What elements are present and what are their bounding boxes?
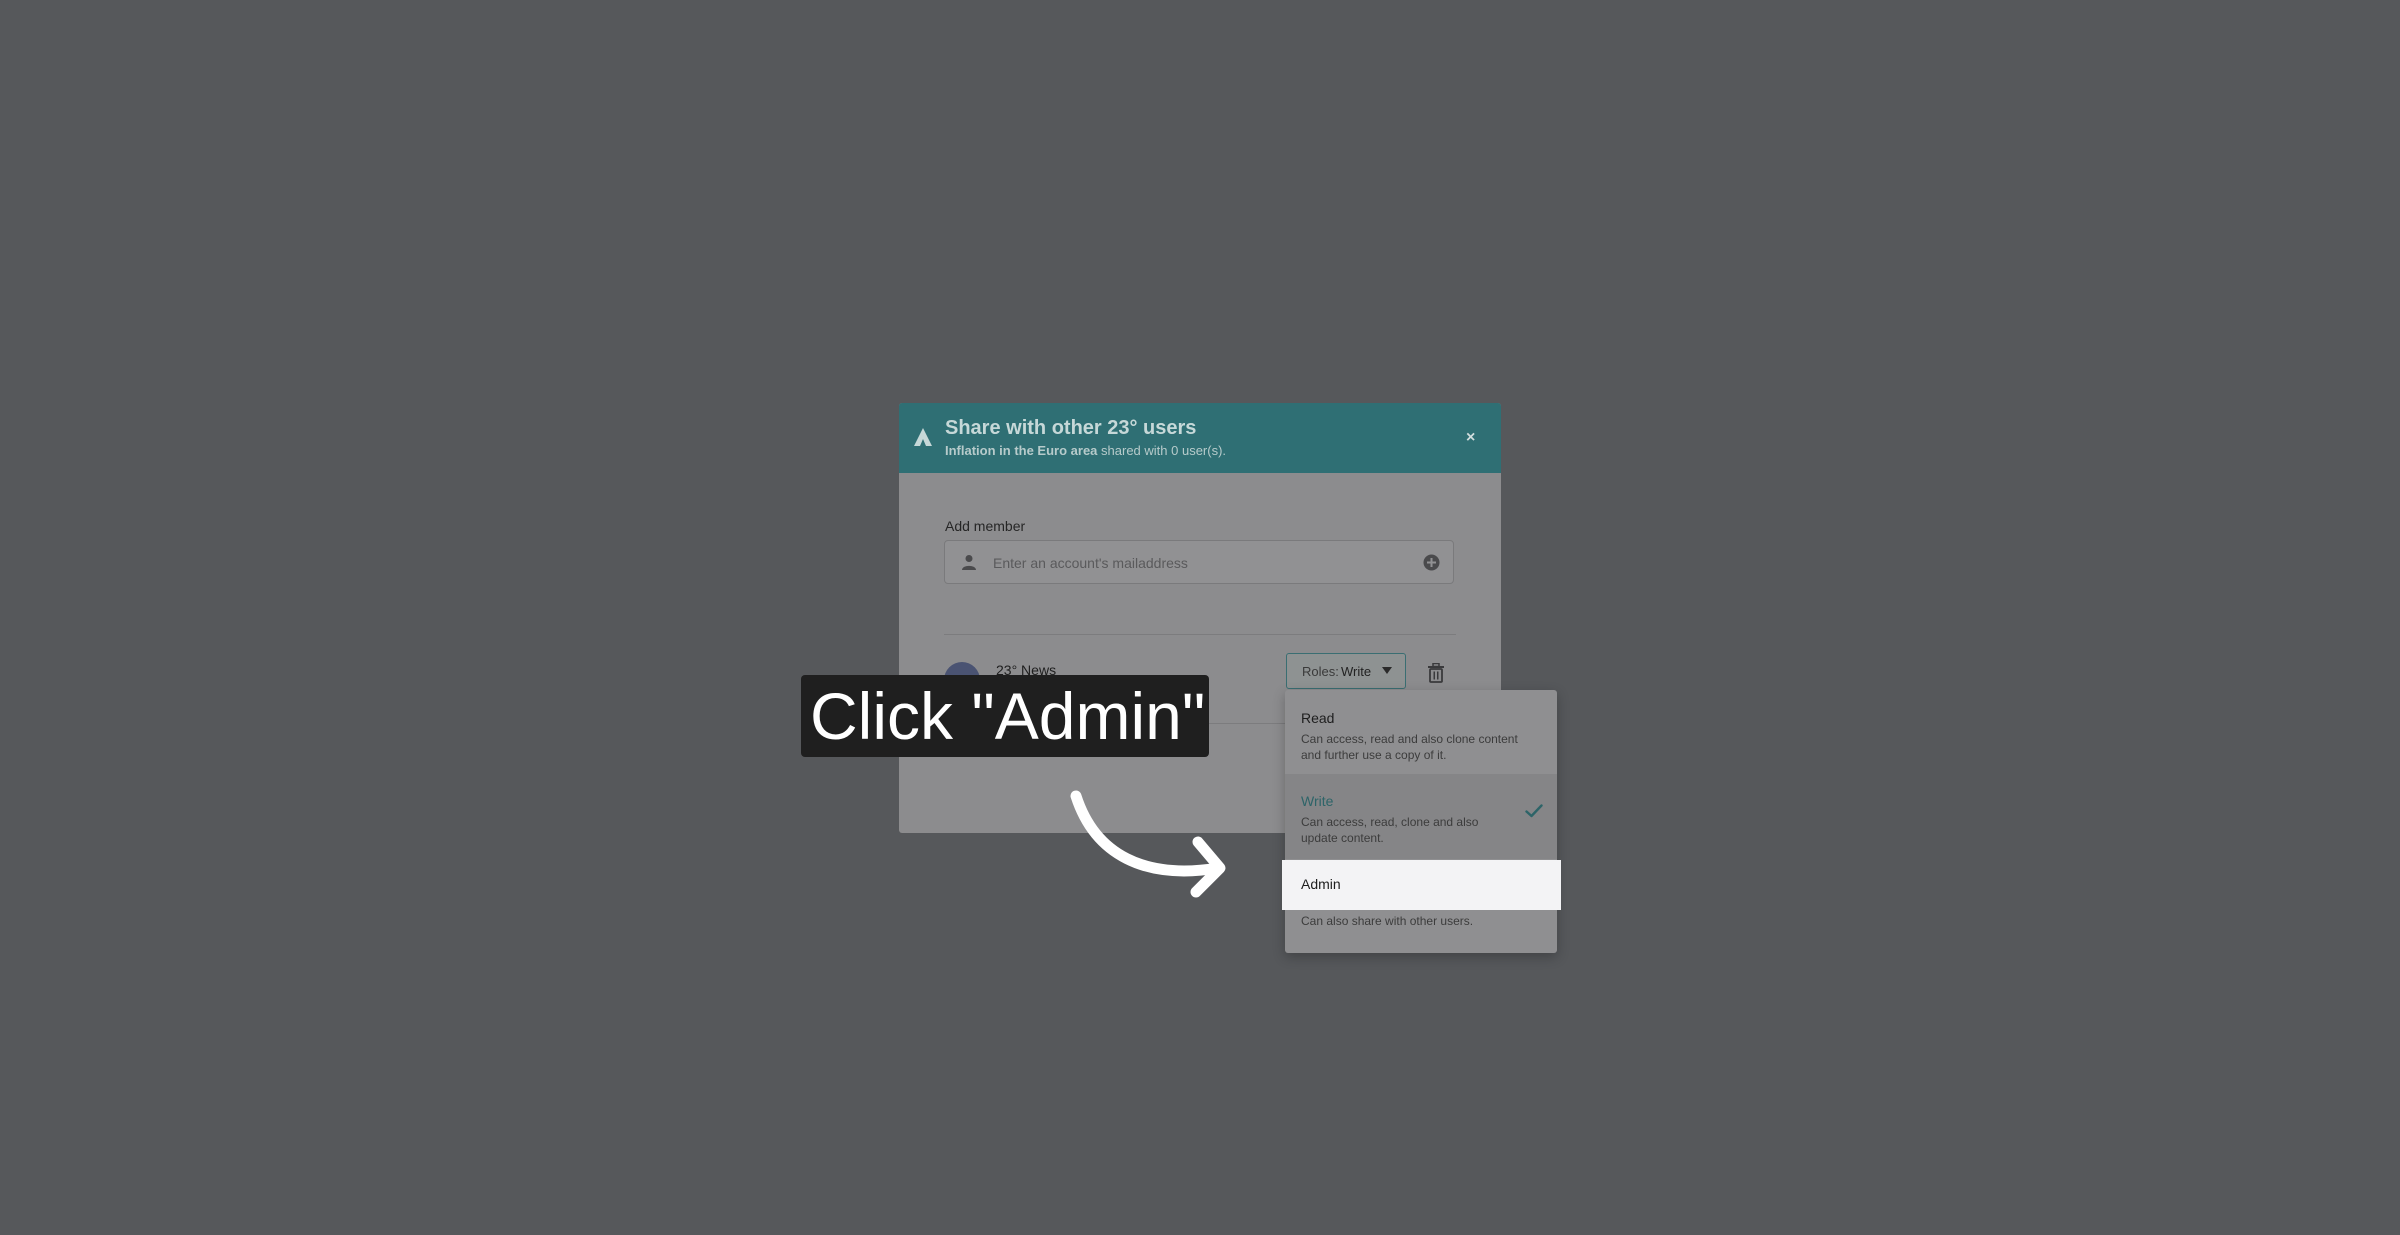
modal-header: Share with other 23° users Inflation in …: [899, 403, 1501, 473]
roles-value: Write: [1341, 664, 1372, 679]
role-option-title: Admin: [1301, 876, 1341, 892]
role-option-title: Write: [1301, 793, 1334, 809]
role-option-read[interactable]: Read Can access, read and also clone con…: [1285, 690, 1557, 774]
add-circle-icon[interactable]: [1423, 554, 1440, 571]
roles-select[interactable]: Roles: Write: [1286, 653, 1406, 689]
tutorial-callout: Click "Admin": [801, 675, 1209, 757]
shared-document-name: Inflation in the Euro area: [945, 443, 1098, 458]
add-member-field: [944, 540, 1454, 584]
shared-count-text: shared with 0 user(s).: [1097, 443, 1227, 458]
role-option-description: Can also share with other users.: [1301, 914, 1474, 928]
curved-arrow-icon: [1070, 790, 1226, 898]
user-icon: [962, 555, 976, 570]
tutorial-instruction: Click "Admin": [810, 679, 1206, 753]
roles-dropdown: Read Can access, read and also clone con…: [1285, 690, 1557, 953]
modal-subtitle: Inflation in the Euro area shared with 0…: [945, 443, 1226, 458]
role-option-write[interactable]: Write Can access, read, clone and also u…: [1285, 774, 1557, 859]
role-option-description: Can access, read, clone and also update …: [1301, 815, 1479, 845]
divider: [944, 634, 1456, 635]
chevron-down-icon: [1382, 667, 1392, 674]
triangle-logo-icon: [914, 428, 932, 446]
trash-icon[interactable]: [1427, 663, 1445, 683]
close-icon[interactable]: ×: [1466, 429, 1475, 447]
add-member-label: Add member: [945, 518, 1026, 534]
screen: Share with other 23° users Inflation in …: [0, 0, 2400, 1235]
role-option-description: Can access, read and also clone content …: [1301, 732, 1518, 762]
member-email-input[interactable]: [991, 551, 1415, 575]
roles-label: Roles:: [1302, 664, 1339, 679]
check-icon: [1525, 804, 1543, 818]
role-option-title: Read: [1301, 710, 1335, 726]
modal-title: Share with other 23° users: [945, 417, 1197, 439]
role-option-admin[interactable]: Admin: [1282, 860, 1561, 910]
